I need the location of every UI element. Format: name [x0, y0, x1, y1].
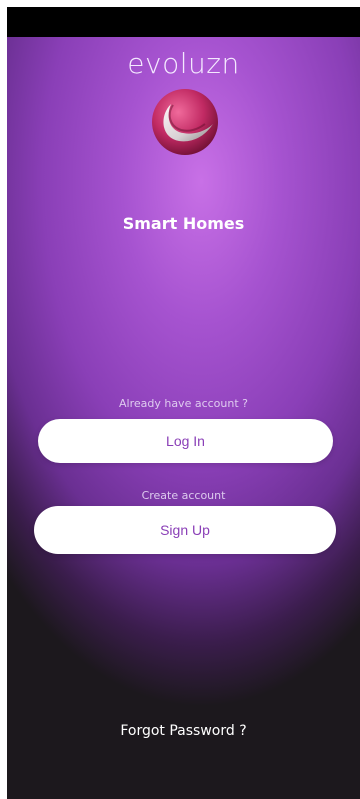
signup-hint: Create account [141, 489, 226, 502]
signup-button[interactable]: Sign Up [34, 506, 336, 554]
app-tagline: Smart Homes [122, 214, 245, 233]
login-hint: Already have account ? [118, 397, 248, 410]
status-bar [7, 7, 360, 37]
brand-title: evoluzn [127, 47, 240, 80]
forgot-password-link[interactable]: Forgot Password ? [7, 723, 360, 739]
evoluzn-logo-icon [149, 86, 221, 158]
login-screen: evoluzn Smart Homes Already have account [7, 7, 360, 799]
login-button[interactable]: Log In [38, 419, 333, 463]
